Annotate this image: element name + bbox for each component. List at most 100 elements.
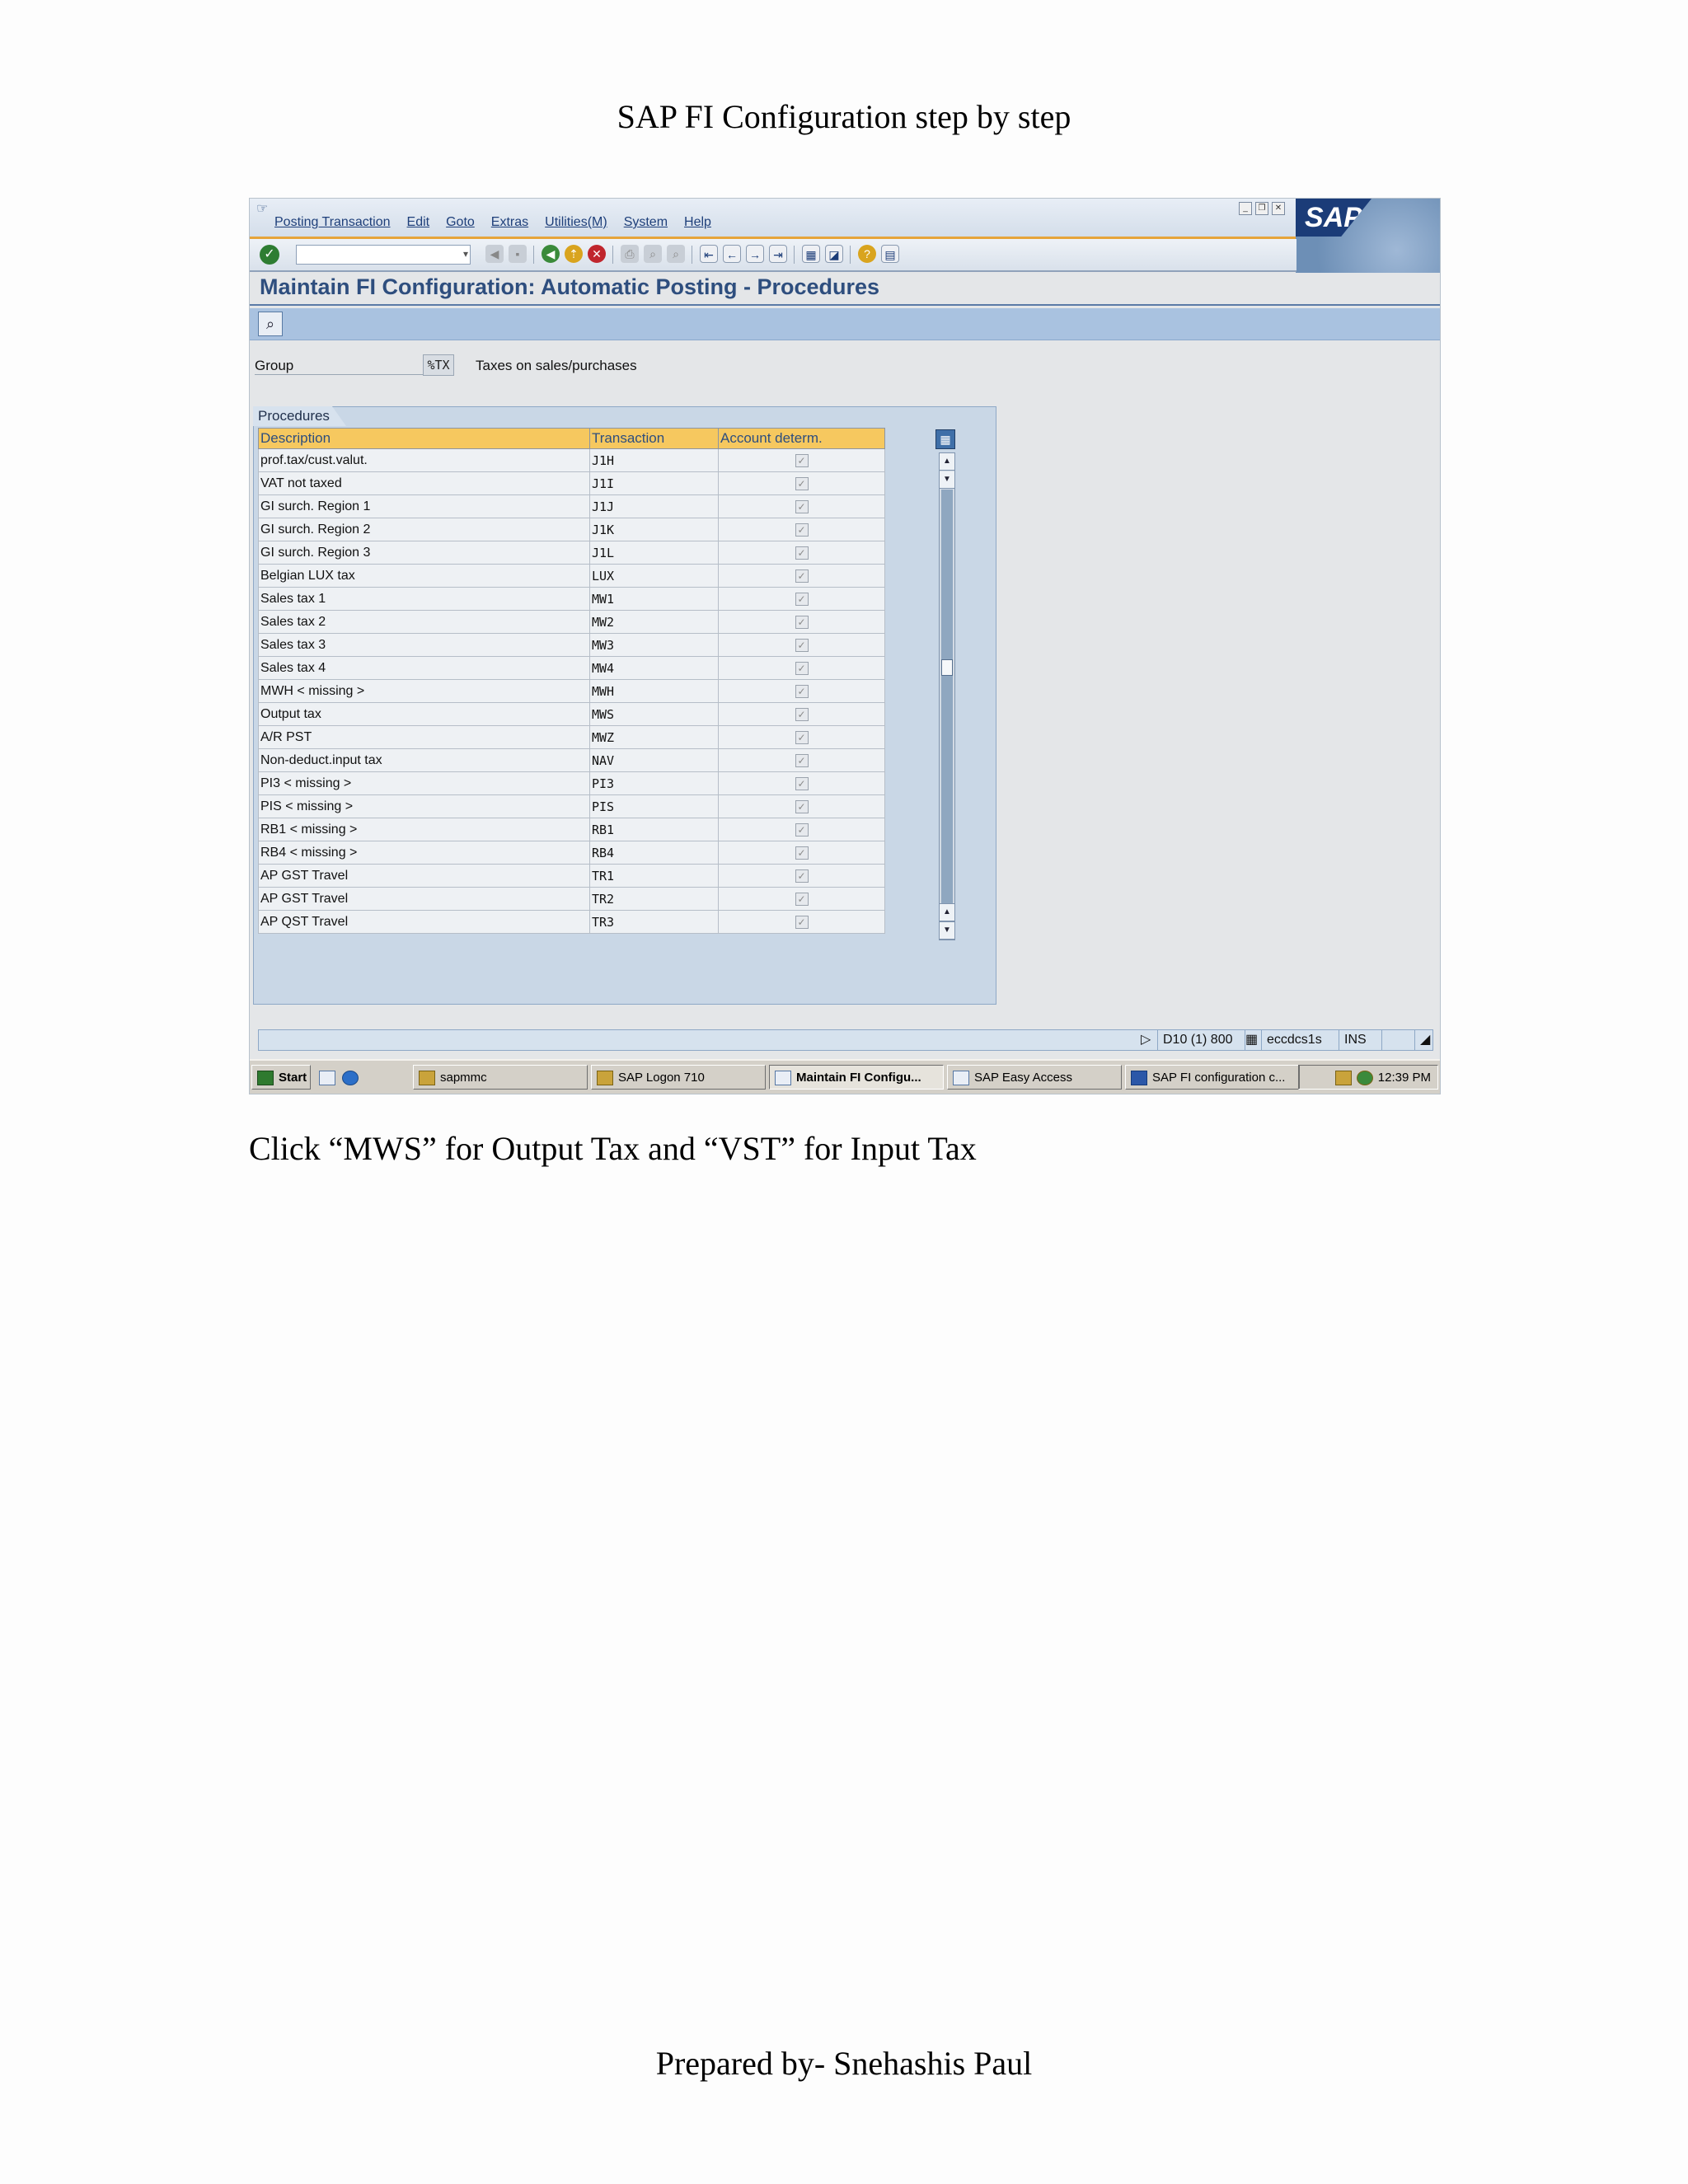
scroll-page-down-icon[interactable]: ▼ xyxy=(940,921,954,940)
table-row[interactable]: Sales tax 4 MW4 ✓ xyxy=(258,656,885,680)
scroll-track[interactable] xyxy=(941,490,953,903)
taskbar-item-sap-logon[interactable]: SAP Logon 710 xyxy=(591,1065,766,1090)
row-transaction[interactable]: RB4 xyxy=(589,841,719,865)
table-row[interactable]: PI3 < missing > PI3 ✓ xyxy=(258,771,885,795)
row-transaction[interactable]: J1H xyxy=(589,448,719,472)
row-transaction[interactable]: TR1 xyxy=(589,864,719,888)
account-determ-checkbox[interactable]: ✓ xyxy=(795,592,809,606)
save-icon[interactable]: ▪ xyxy=(509,245,527,263)
row-description[interactable]: MWH < missing > xyxy=(258,679,590,703)
column-header-account-determ[interactable]: Account determ. xyxy=(718,428,885,449)
row-transaction[interactable]: MW2 xyxy=(589,610,719,634)
table-row[interactable]: GI surch. Region 1 J1J ✓ xyxy=(258,494,885,518)
print-icon[interactable]: ⎙ xyxy=(621,245,639,263)
account-determ-checkbox[interactable]: ✓ xyxy=(795,638,809,652)
table-row[interactable]: Non-deduct.input tax NAV ✓ xyxy=(258,748,885,772)
table-row[interactable]: Sales tax 3 MW3 ✓ xyxy=(258,633,885,657)
row-description[interactable]: PIS < missing > xyxy=(258,794,590,818)
table-settings-icon[interactable]: ▦ xyxy=(935,429,955,449)
account-determ-checkbox[interactable]: ✓ xyxy=(795,799,809,813)
row-description[interactable]: VAT not taxed xyxy=(258,471,590,495)
tray-sap-icon[interactable] xyxy=(1334,1071,1352,1086)
status-expand-icon[interactable]: ▷ xyxy=(1136,1030,1156,1050)
menu-extras[interactable]: Extras xyxy=(491,215,528,230)
menu-help[interactable]: Help xyxy=(684,215,711,230)
table-row[interactable]: Output tax MWS ✓ xyxy=(258,702,885,726)
row-transaction[interactable]: PI3 xyxy=(589,771,719,795)
vertical-scrollbar[interactable]: ▲ ▼ ▲ ▼ xyxy=(939,452,955,940)
menu-goto[interactable]: Goto xyxy=(446,215,475,230)
create-session-icon[interactable]: ▦ xyxy=(802,245,820,263)
back-icon[interactable]: ◀ xyxy=(542,245,560,263)
account-determ-checkbox[interactable]: ✓ xyxy=(795,915,809,929)
account-determ-checkbox[interactable]: ✓ xyxy=(795,730,809,744)
row-transaction[interactable]: RB1 xyxy=(589,818,719,841)
find-icon[interactable]: ⌕ xyxy=(644,245,662,263)
account-determ-checkbox[interactable]: ✓ xyxy=(795,569,809,583)
close-icon[interactable]: ✕ xyxy=(1272,202,1285,215)
window-menu-icon[interactable]: ☞ xyxy=(256,200,268,217)
row-description[interactable]: Sales tax 2 xyxy=(258,610,590,634)
row-description[interactable]: Sales tax 1 xyxy=(258,587,590,611)
account-determ-checkbox[interactable]: ✓ xyxy=(795,453,809,467)
scroll-up-icon[interactable]: ▲ xyxy=(940,453,954,471)
row-description[interactable]: Belgian LUX tax xyxy=(258,564,590,588)
taskbar-item-maintain-fi[interactable]: Maintain FI Configu... xyxy=(769,1065,944,1090)
minimize-icon[interactable]: _ xyxy=(1239,202,1252,215)
cancel-icon[interactable]: ✕ xyxy=(588,245,606,263)
row-transaction[interactable]: MW4 xyxy=(589,656,719,680)
group-field[interactable]: %TX xyxy=(423,354,454,376)
column-header-description[interactable]: Description xyxy=(258,428,590,449)
row-transaction[interactable]: LUX xyxy=(589,564,719,588)
row-description[interactable]: AP QST Travel xyxy=(258,910,590,934)
row-description[interactable]: Output tax xyxy=(258,702,590,726)
table-row[interactable]: A/R PST MWZ ✓ xyxy=(258,725,885,749)
row-transaction[interactable]: MWH xyxy=(589,679,719,703)
previous-page-icon[interactable]: ← xyxy=(723,245,741,263)
table-row[interactable]: PIS < missing > PIS ✓ xyxy=(258,794,885,818)
show-desktop-icon[interactable] xyxy=(319,1071,335,1085)
table-row[interactable]: prof.tax/cust.valut. J1H ✓ xyxy=(258,448,885,472)
account-determ-checkbox[interactable]: ✓ xyxy=(795,684,809,698)
taskbar-item-sap-easy-access[interactable]: SAP Easy Access xyxy=(947,1065,1122,1090)
back-arrow-icon[interactable]: ◀ xyxy=(485,245,504,263)
row-transaction[interactable]: TR3 xyxy=(589,910,719,934)
account-determ-checkbox[interactable]: ✓ xyxy=(795,615,809,629)
row-transaction[interactable]: PIS xyxy=(589,794,719,818)
menu-utilities[interactable]: Utilities(M) xyxy=(545,215,607,230)
command-field[interactable]: ▾ xyxy=(296,245,471,265)
scroll-page-up-icon[interactable]: ▲ xyxy=(940,903,954,921)
table-row[interactable]: Sales tax 1 MW1 ✓ xyxy=(258,587,885,611)
shortcut-icon[interactable]: ◪ xyxy=(825,245,843,263)
row-transaction[interactable]: J1I xyxy=(589,471,719,495)
enter-icon[interactable]: ✓ xyxy=(260,245,279,265)
find-next-icon[interactable]: ⌕ xyxy=(667,245,685,263)
table-row[interactable]: AP GST Travel TR1 ✓ xyxy=(258,864,885,888)
row-description[interactable]: Sales tax 4 xyxy=(258,656,590,680)
first-page-icon[interactable]: ⇤ xyxy=(700,245,718,263)
account-determ-checkbox[interactable]: ✓ xyxy=(795,869,809,883)
account-determ-checkbox[interactable]: ✓ xyxy=(795,753,809,767)
account-determ-checkbox[interactable]: ✓ xyxy=(795,707,809,721)
taskbar-item-sapmmc[interactable]: sapmmc xyxy=(413,1065,588,1090)
details-icon[interactable]: ⌕ xyxy=(258,312,283,336)
table-row[interactable]: AP GST Travel TR2 ✓ xyxy=(258,887,885,911)
row-description[interactable]: PI3 < missing > xyxy=(258,771,590,795)
table-row[interactable]: AP QST Travel TR3 ✓ xyxy=(258,910,885,934)
row-transaction[interactable]: J1L xyxy=(589,541,719,565)
status-system-icon[interactable]: ▦ xyxy=(1245,1030,1258,1050)
row-transaction[interactable]: MW3 xyxy=(589,633,719,657)
last-page-icon[interactable]: ⇥ xyxy=(769,245,787,263)
menu-system[interactable]: System xyxy=(624,215,668,230)
restore-icon[interactable]: ❐ xyxy=(1255,202,1268,215)
account-determ-checkbox[interactable]: ✓ xyxy=(795,661,809,675)
row-description[interactable]: GI surch. Region 3 xyxy=(258,541,590,565)
scroll-down-icon[interactable]: ▼ xyxy=(940,471,954,489)
row-transaction[interactable]: MWS xyxy=(589,702,719,726)
account-determ-checkbox[interactable]: ✓ xyxy=(795,846,809,860)
row-description[interactable]: RB4 < missing > xyxy=(258,841,590,865)
menu-edit[interactable]: Edit xyxy=(407,215,430,230)
account-determ-checkbox[interactable]: ✓ xyxy=(795,523,809,537)
row-description[interactable]: GI surch. Region 2 xyxy=(258,518,590,541)
row-description[interactable]: RB1 < missing > xyxy=(258,818,590,841)
